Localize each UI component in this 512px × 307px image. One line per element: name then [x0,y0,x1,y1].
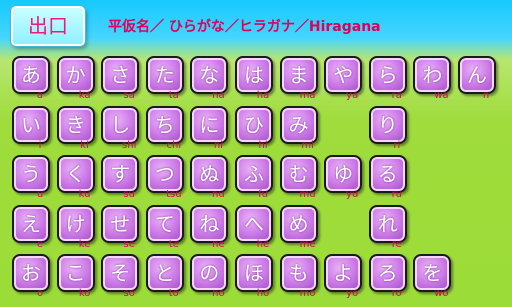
romaji-label-ho: ho [256,288,270,299]
romaji-label-u: u [36,189,44,200]
romaji-label-ku: ku [78,189,91,200]
kana-key-ru[interactable]: る [368,155,407,193]
romaji-label-ni: ni [213,139,223,151]
kana-key-ro[interactable]: ろ [368,254,407,292]
kana-key-sa[interactable]: さ [101,56,140,94]
kana-key-hi[interactable]: ひ [235,105,273,144]
romaji-label-ka: ka [78,90,91,101]
kana-key-ri[interactable]: り [368,105,407,144]
kana-key-yu[interactable]: ゆ [324,155,363,193]
kana-key-n[interactable]: ん [458,56,496,94]
kana-key-tsu[interactable]: つ [145,155,184,193]
romaji-label-me: me [299,238,316,250]
kana-key-te[interactable]: て [145,204,184,243]
kana-key-ko[interactable]: こ [56,254,95,292]
kana-key-ne[interactable]: ね [190,204,229,243]
romaji-label-ne: ne [212,238,225,250]
kana-key-fu[interactable]: ふ [235,155,273,193]
kana-key-ku[interactable]: く [56,155,95,193]
kana-key-so[interactable]: そ [101,254,140,292]
romaji-label-ru: ru [391,189,403,200]
kana-key-mu[interactable]: む [279,155,318,193]
romaji-label-te: te [168,238,179,250]
romaji-label-he: he [256,238,270,250]
kana-key-su[interactable]: す [101,155,140,193]
romaji-label-ri: ri [393,139,401,151]
kana-key-wa[interactable]: わ [413,56,452,94]
romaji-label-ma: ma [299,90,316,101]
kana-key-a[interactable]: あ [12,56,50,94]
kana-key-ta[interactable]: た [145,56,184,94]
romaji-label-su: su [123,189,135,200]
romaji-label-no: no [212,288,225,299]
romaji-label-ta: ta [168,90,179,101]
romaji-label-mo: mo [299,288,316,299]
kana-key-me[interactable]: め [279,204,318,243]
romaji-label-tsu: tsu [166,189,182,200]
kana-key-ra[interactable]: ら [368,56,407,94]
kana-key-re[interactable]: れ [368,204,407,243]
kana-key-i[interactable]: い [12,105,50,144]
kana-key-mo[interactable]: も [279,254,318,292]
kana-key-ma[interactable]: ま [279,56,318,94]
romaji-label-ha: ha [256,90,270,101]
romaji-label-hi: hi [258,139,268,151]
exit-button[interactable]: 出口 [11,6,85,46]
romaji-label-sa: sa [123,90,135,101]
kana-key-to[interactable]: と [145,254,184,292]
romaji-label-ke: ke [78,238,91,250]
romaji-label-i: i [38,139,42,151]
romaji-label-yu: yu [346,189,359,200]
romaji-label-fu: fu [258,189,268,200]
header-bar: 出口 平仮名／ ひらがな／ヒラガナ／Hiragana [0,0,512,52]
kana-key-ke[interactable]: け [56,204,95,243]
kana-key-ki[interactable]: き [56,105,95,144]
romaji-label-nu: nu [212,189,225,200]
kana-key-nu[interactable]: ぬ [190,155,229,193]
romaji-label-re: re [391,238,402,250]
kana-key-ho[interactable]: ほ [235,254,273,292]
kana-key-yo[interactable]: よ [324,254,363,292]
kana-key-no[interactable]: の [190,254,229,292]
romaji-label-mu: mu [299,189,316,200]
romaji-label-wo: wo [434,288,449,299]
romaji-label-wa: wa [434,90,449,101]
kana-key-chi[interactable]: ち [145,105,184,144]
kana-key-he[interactable]: へ [235,204,273,243]
kana-key-e[interactable]: え [12,204,50,243]
kana-key-ya[interactable]: や [324,56,363,94]
romaji-label-n: n [482,90,490,101]
romaji-label-a: a [36,90,44,101]
romaji-label-yo: yo [346,288,359,299]
romaji-label-e: e [36,238,44,250]
romaji-label-o: o [36,288,44,299]
kana-key-na[interactable]: な [190,56,229,94]
kana-key-mi[interactable]: み [279,105,318,144]
romaji-label-ya: ya [346,90,359,101]
kana-key-u[interactable]: う [12,155,50,193]
kana-key-o[interactable]: お [12,254,50,292]
kana-key-ni[interactable]: に [190,105,229,144]
kana-key-shi[interactable]: し [101,105,140,144]
romaji-label-chi: chi [166,139,182,151]
romaji-label-mi: mi [301,139,314,151]
romaji-label-na: na [212,90,225,101]
romaji-label-so: so [123,288,135,299]
kana-key-ka[interactable]: か [56,56,95,94]
romaji-label-to: to [168,288,179,299]
romaji-label-se: se [123,238,135,250]
kana-key-se[interactable]: せ [101,204,140,243]
romaji-label-shi: shi [122,139,137,151]
romaji-label-ra: ra [391,90,402,101]
romaji-label-ko: ko [78,288,91,299]
romaji-label-ki: ki [80,139,89,151]
kana-key-ha[interactable]: は [235,56,273,94]
page-title: 平仮名／ ひらがな／ヒラガナ／Hiragana [108,19,381,35]
romaji-label-ro: ro [391,288,402,299]
kana-key-wo[interactable]: を [413,254,452,292]
hiragana-grid: あ a か ka さ sa た ta な na は ha ま ma や ya ら ra わ wa ん n い i き ki し shi… [10,52,502,307]
